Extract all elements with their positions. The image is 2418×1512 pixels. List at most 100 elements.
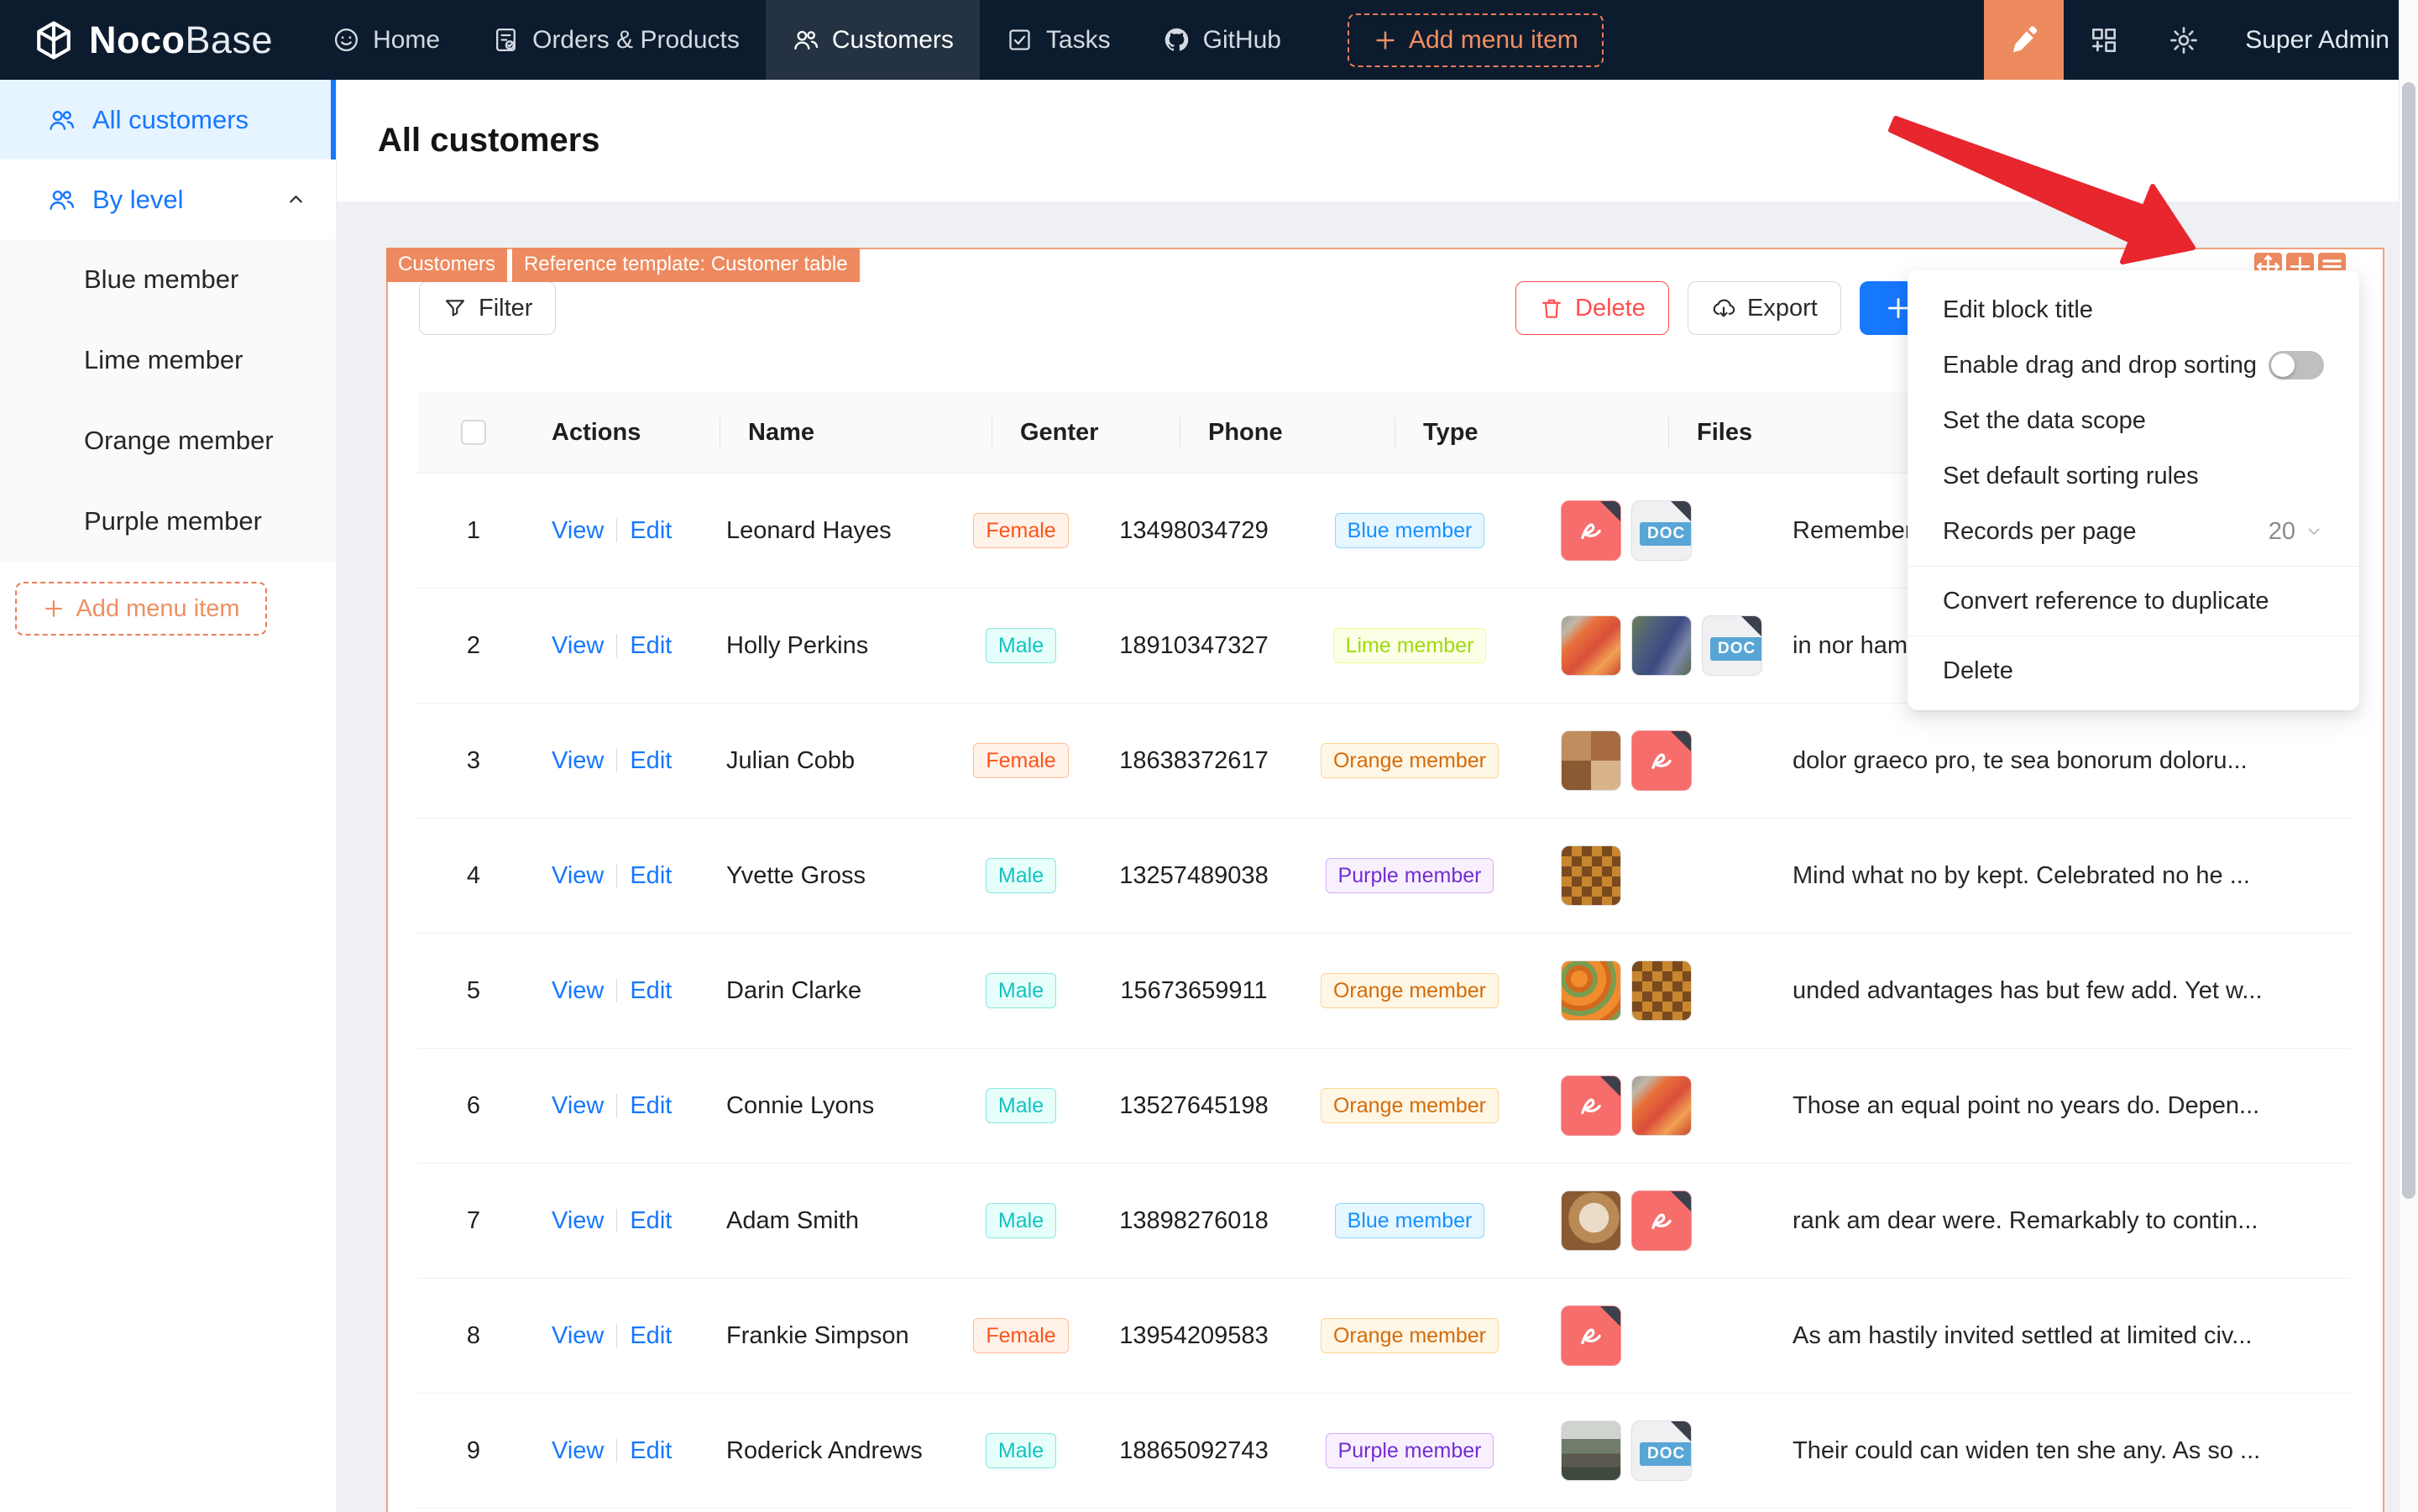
view-link[interactable]: View [552,1322,604,1350]
cell-gender: Female [941,473,1101,588]
image-attachment-collage[interactable] [1561,730,1621,791]
view-link[interactable]: View [552,1092,604,1120]
scrollbar-thumb[interactable] [2402,82,2415,1199]
cell-name: Julian Cobb [726,746,856,774]
sidebar-add-menu-item-button[interactable]: Add menu item [15,582,267,636]
sidebar-item-by-level[interactable]: By level [0,160,336,239]
view-link[interactable]: View [552,977,604,1005]
view-link[interactable]: View [552,747,604,775]
sidebar-item-orange-member[interactable]: Orange member [0,400,336,481]
drag-sort-toggle[interactable] [2269,351,2324,379]
view-link[interactable]: View [552,517,604,545]
nav-item-customers[interactable]: Customers [765,0,980,80]
row-actions: View Edit [530,1394,698,1508]
select-all-checkbox[interactable] [461,420,486,445]
cell-gender: Male [941,934,1101,1048]
doc-attachment-icon[interactable]: DOC [1702,615,1762,676]
trash-icon [1539,296,1564,321]
doc-attachment-icon[interactable]: DOC [1631,1420,1692,1481]
menu-item-set-default-sorting-rules[interactable]: Set default sorting rules [1908,448,2359,504]
ui-editor-button[interactable] [1984,0,2065,80]
plugin-manager-button[interactable] [2064,0,2143,80]
image-attachment-fruit[interactable] [1631,1075,1692,1136]
menu-item-set-the-data-scope[interactable]: Set the data scope [1908,393,2359,448]
cell-type: Blue member [1287,1164,1532,1278]
menu-item-enable-drag-and-drop-sorting[interactable]: Enable drag and drop sorting [1908,337,2359,393]
edit-link[interactable]: Edit [630,977,672,1005]
row-index: 9 [466,1436,481,1464]
nav-item-orders-products[interactable]: Orders & Products [466,0,766,80]
row-index: 2 [466,631,481,659]
edit-link[interactable]: Edit [630,862,672,890]
sidebar-item-label: By level [92,184,184,214]
select-all-header [417,392,530,473]
menu-item-label: Delete [1943,657,2013,684]
sidebar-item-purple-member[interactable]: Purple member [0,481,336,562]
view-link[interactable]: View [552,862,604,890]
cell-gender-tag: Male [985,1087,1057,1124]
image-attachment-caramel[interactable] [1631,960,1692,1021]
navbar-add-label: Add menu item [1408,25,1578,54]
edit-link[interactable]: Edit [630,517,672,545]
cell-files: DOC [1532,473,1764,588]
menu-item-convert-reference-to-duplicate[interactable]: Convert reference to duplicate [1908,573,2359,629]
pdf-attachment-icon[interactable] [1631,1190,1692,1251]
edit-link[interactable]: Edit [630,1207,672,1235]
table-row: 5 View Edit Darin Clarke Male 15673659911 Oran… [417,934,2351,1049]
sidebar-item-blue-member[interactable]: Blue member [0,239,336,320]
cell-phone: 13498034729 [1119,516,1269,544]
edit-link[interactable]: Edit [630,1437,672,1465]
row-actions: View Edit [530,1164,698,1278]
user-menu[interactable]: Super Admin [2223,26,2389,55]
delete-button[interactable]: Delete [1515,281,1669,335]
image-attachment-coffee[interactable] [1561,1190,1621,1251]
settings-button[interactable] [2143,0,2223,80]
row-index: 3 [466,746,481,774]
edit-link[interactable]: Edit [630,632,672,660]
navbar-add-menu-item-button[interactable]: Add menu item [1347,13,1604,67]
smile-icon [332,26,360,54]
action-divider [616,1094,618,1117]
sidebar: All customers By level Blue member Lime mem… [0,80,337,1512]
nav-item-home[interactable]: Home [306,0,466,80]
filter-button[interactable]: Filter [419,281,557,335]
view-link[interactable]: View [552,632,604,660]
menu-item-label: Set the data scope [1943,406,2146,434]
edit-link[interactable]: Edit [630,1092,672,1120]
block-designer-tags: Customers Reference template: Customer ta… [386,248,860,282]
row-index: 5 [466,976,481,1004]
image-attachment-oranges[interactable] [1561,960,1621,1021]
edit-link[interactable]: Edit [630,1322,672,1350]
export-button[interactable]: Export [1688,281,1841,335]
vertical-scrollbar[interactable] [2399,0,2418,1512]
team-icon [47,186,76,214]
row-actions: View Edit [530,1049,698,1163]
nav-item-github[interactable]: GitHub [1137,0,1307,80]
view-link[interactable]: View [552,1437,604,1465]
sidebar-item-lime-member[interactable]: Lime member [0,320,336,400]
menu-item-delete[interactable]: Delete [1908,643,2359,698]
menu-item-records-per-page[interactable]: Records per page 20 [1908,504,2359,559]
image-attachment-fruit[interactable] [1561,615,1621,676]
github-icon [1163,26,1191,54]
nocobase-logo[interactable]: NocoBase [0,18,306,62]
pdf-attachment-icon[interactable] [1631,730,1692,791]
doc-attachment-icon[interactable]: DOC [1631,500,1692,561]
image-attachment-storefront[interactable] [1561,1420,1621,1481]
image-attachment-grapes[interactable] [1631,615,1692,676]
row-actions: View Edit [530,589,698,703]
column-header-files: Files [1668,392,1929,473]
view-link[interactable]: View [552,1207,604,1235]
sidebar-item-all-customers[interactable]: All customers [0,80,336,160]
records-per-page-select[interactable]: 20 [2269,518,2324,546]
row-actions: View Edit [530,1279,698,1393]
nav-item-tasks[interactable]: Tasks [980,0,1137,80]
pdf-attachment-icon[interactable] [1561,1075,1621,1136]
pdf-attachment-icon[interactable] [1561,1305,1621,1366]
cell-name: Yvette Gross [726,861,866,889]
pdf-attachment-icon[interactable] [1561,500,1621,561]
menu-item-edit-block-title[interactable]: Edit block title [1908,282,2359,337]
chevron-up-icon[interactable] [285,188,307,211]
image-attachment-caramel[interactable] [1561,845,1621,906]
edit-link[interactable]: Edit [630,747,672,775]
